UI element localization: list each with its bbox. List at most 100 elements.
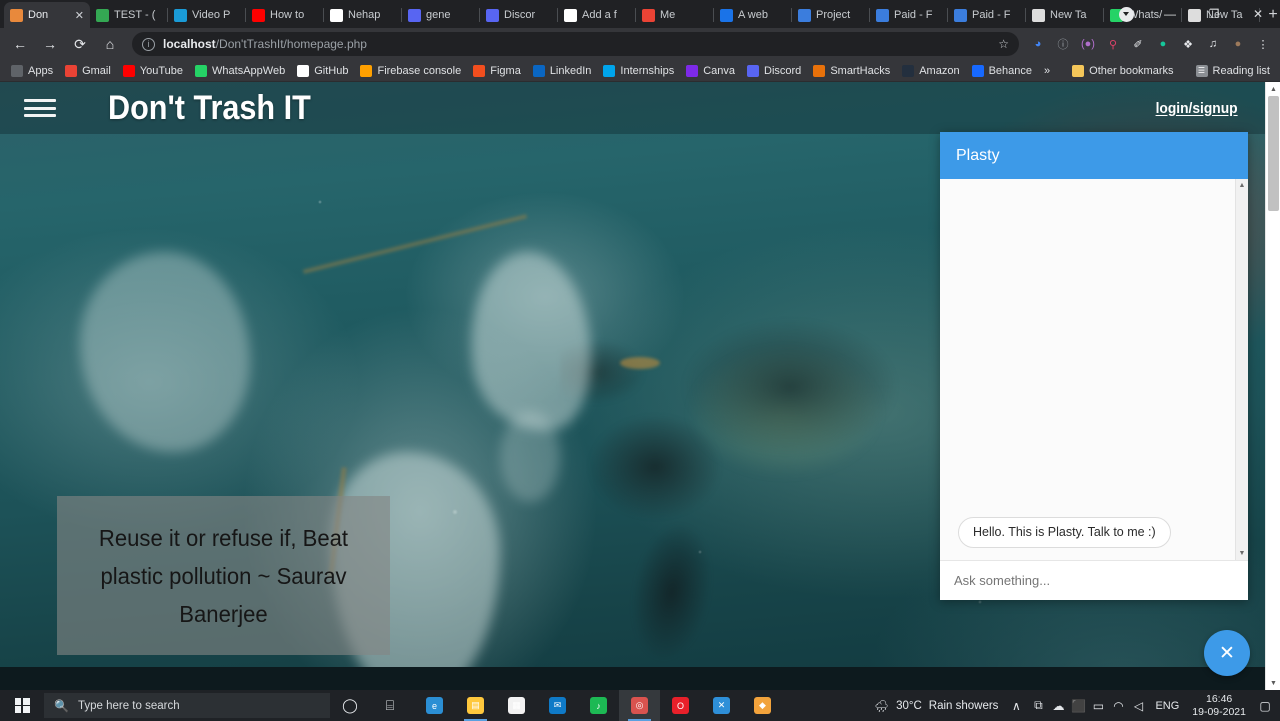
- action-center-icon[interactable]: ▢: [1254, 690, 1276, 721]
- camera-icon[interactable]: ⧉: [1028, 690, 1048, 721]
- github-icon: [297, 64, 310, 77]
- taskbar-app-file-explorer[interactable]: ▤: [455, 690, 496, 721]
- grammar-extension[interactable]: ⓘ: [1052, 33, 1074, 55]
- reload-icon[interactable]: ⟳: [66, 30, 94, 58]
- cortana-button[interactable]: ◯: [330, 690, 370, 721]
- weather-widget[interactable]: 🌧 30°C Rain showers: [868, 699, 1004, 713]
- minimize-button[interactable]: —: [1148, 0, 1192, 28]
- browser-tab[interactable]: Project: [792, 2, 870, 28]
- chrome-menu-icon[interactable]: ⋮: [1252, 33, 1274, 55]
- browser-tab[interactable]: TEST - (: [90, 2, 168, 28]
- green-circle-extension[interactable]: ●: [1152, 33, 1174, 55]
- puzzle-extension[interactable]: ❖: [1177, 33, 1199, 55]
- taskbar-app-microsoft-edge[interactable]: e: [414, 690, 455, 721]
- browser-tab[interactable]: Add a f: [558, 2, 636, 28]
- tray-overflow-icon[interactable]: ∧: [1006, 690, 1026, 721]
- bookmarks-container: Apps Gmail YouTube WhatsAppWeb GitHub Firebas…: [6, 63, 1037, 79]
- site-info-icon[interactable]: i: [142, 37, 155, 51]
- address-bar[interactable]: i localhost/Don'tTrashIt/homepage.php ☆: [132, 32, 1019, 56]
- battery-icon[interactable]: ▭: [1088, 690, 1108, 721]
- browser-tab[interactable]: Nehap: [324, 2, 402, 28]
- bookmark-item[interactable]: Amazon: [897, 63, 964, 79]
- browser-tab[interactable]: How to: [246, 2, 324, 28]
- bookmark-item[interactable]: Discord: [742, 63, 806, 79]
- browser-tab[interactable]: Paid - F: [948, 2, 1026, 28]
- gmail-icon: [65, 64, 78, 77]
- bookmark-item[interactable]: Gmail: [60, 63, 116, 79]
- bookmark-item[interactable]: SmartHacks: [808, 63, 895, 79]
- other-bookmarks-folder[interactable]: Other bookmarks: [1067, 63, 1178, 79]
- bookmark-item[interactable]: Firebase console: [355, 63, 466, 79]
- reading-list-icon: ☰: [1195, 64, 1208, 77]
- bookmarks-overflow-button[interactable]: »: [1039, 63, 1055, 79]
- browser-tab[interactable]: Me: [636, 2, 714, 28]
- onedrive-icon[interactable]: ☁: [1048, 690, 1068, 721]
- taskbar-app-paint-3d[interactable]: ◆: [742, 690, 783, 721]
- search-placeholder: Type here to search: [77, 699, 180, 712]
- login-signup-link[interactable]: login/signup: [1155, 100, 1237, 117]
- close-window-button[interactable]: ✕: [1236, 0, 1280, 28]
- hamburger-menu-icon[interactable]: [24, 96, 56, 120]
- scroll-up-icon[interactable]: ▲: [1239, 179, 1246, 192]
- browser-tab[interactable]: A web: [714, 2, 792, 28]
- language-indicator[interactable]: ENG: [1150, 700, 1184, 712]
- taskbar-app-spotify[interactable]: ♪: [578, 690, 619, 721]
- magnifier-extension[interactable]: ⚲: [1102, 33, 1124, 55]
- page-scroll-up-icon[interactable]: ▲: [1266, 82, 1280, 96]
- start-button[interactable]: [0, 690, 44, 721]
- page-scrollbar-thumb[interactable]: [1268, 96, 1279, 211]
- taskbar-app-mail[interactable]: ✉: [537, 690, 578, 721]
- browser-tab[interactable]: Paid - F: [870, 2, 948, 28]
- reading-list-button[interactable]: ☰ Reading list: [1191, 63, 1275, 79]
- taskbar-app-opera[interactable]: O: [660, 690, 701, 721]
- taskbar-app-visual-studio-code[interactable]: ✕: [701, 690, 742, 721]
- maximize-button[interactable]: ❐: [1192, 0, 1236, 28]
- page-scrollbar[interactable]: ▲ ▼: [1265, 82, 1280, 690]
- wifi-icon[interactable]: ◠: [1108, 690, 1128, 721]
- bookmark-item[interactable]: Figma: [468, 63, 526, 79]
- browser-tab[interactable]: Don ✕: [4, 2, 90, 28]
- taskbar-app-google-chrome[interactable]: ◎: [619, 690, 660, 721]
- file-explorer-icon: ▤: [467, 697, 484, 714]
- color-lens-extension[interactable]: ◕: [1027, 33, 1049, 55]
- bookmark-item[interactable]: LinkedIn: [528, 63, 597, 79]
- eyedropper-extension[interactable]: ✐: [1127, 33, 1149, 55]
- usb-device-icon[interactable]: ⬛: [1068, 690, 1088, 721]
- taskbar-search-box[interactable]: 🔍 Type here to search: [44, 693, 330, 718]
- task-view-button[interactable]: ⌸: [370, 690, 410, 721]
- scroll-down-icon[interactable]: ▼: [1239, 547, 1246, 560]
- bookmark-item[interactable]: YouTube: [118, 63, 188, 79]
- browser-tab[interactable]: Discor: [480, 2, 558, 28]
- browser-tab[interactable]: Video P: [168, 2, 246, 28]
- bookmark-item[interactable]: Canva: [681, 63, 740, 79]
- profile-avatar[interactable]: ●: [1227, 33, 1249, 55]
- playlist-extension[interactable]: ♫: [1202, 33, 1224, 55]
- windows-taskbar: 🔍 Type here to search ◯ ⌸ e ▤ ▦ ✉ ♪ ◎ O ✕ ◆ 🌧 30…: [0, 690, 1280, 721]
- forward-icon[interactable]: →: [36, 30, 64, 58]
- bookmark-item[interactable]: Internships: [598, 63, 679, 79]
- bookmark-star-icon[interactable]: ☆: [998, 37, 1009, 51]
- tab-close-icon[interactable]: ✕: [75, 9, 84, 22]
- back-icon[interactable]: ←: [6, 30, 34, 58]
- taskbar-app-microsoft-store[interactable]: ▦: [496, 690, 537, 721]
- tab-label: TEST - (: [114, 9, 156, 21]
- chatbot-scrollbar[interactable]: ▲ ▼: [1235, 179, 1248, 560]
- bookmark-item[interactable]: WhatsAppWeb: [190, 63, 290, 79]
- browser-tab[interactable]: gene: [402, 2, 480, 28]
- browser-tab[interactable]: New Ta: [1026, 2, 1104, 28]
- listen-extension[interactable]: (●): [1077, 33, 1099, 55]
- profile-pill-icon[interactable]: [1104, 0, 1148, 28]
- bookmark-item[interactable]: GitHub: [292, 63, 353, 79]
- url-text: localhost/Don'tTrashIt/homepage.php: [163, 37, 367, 51]
- bookmark-item[interactable]: Apps: [6, 63, 58, 79]
- chatbot-input[interactable]: [954, 573, 1234, 588]
- discord-icon: [408, 8, 421, 22]
- chatbot-close-button[interactable]: ✕: [1204, 630, 1250, 676]
- volume-icon[interactable]: ◁: [1128, 690, 1148, 721]
- taskbar-clock[interactable]: 16:46 19-09-2021: [1186, 693, 1252, 719]
- mail-icon: ✉: [549, 697, 566, 714]
- bookmark-item[interactable]: Behance: [967, 63, 1037, 79]
- page-scroll-down-icon[interactable]: ▼: [1266, 676, 1280, 690]
- chat-message-bubble: Hello. This is Plasty. Talk to me :): [958, 517, 1171, 548]
- home-icon[interactable]: ⌂: [96, 30, 124, 58]
